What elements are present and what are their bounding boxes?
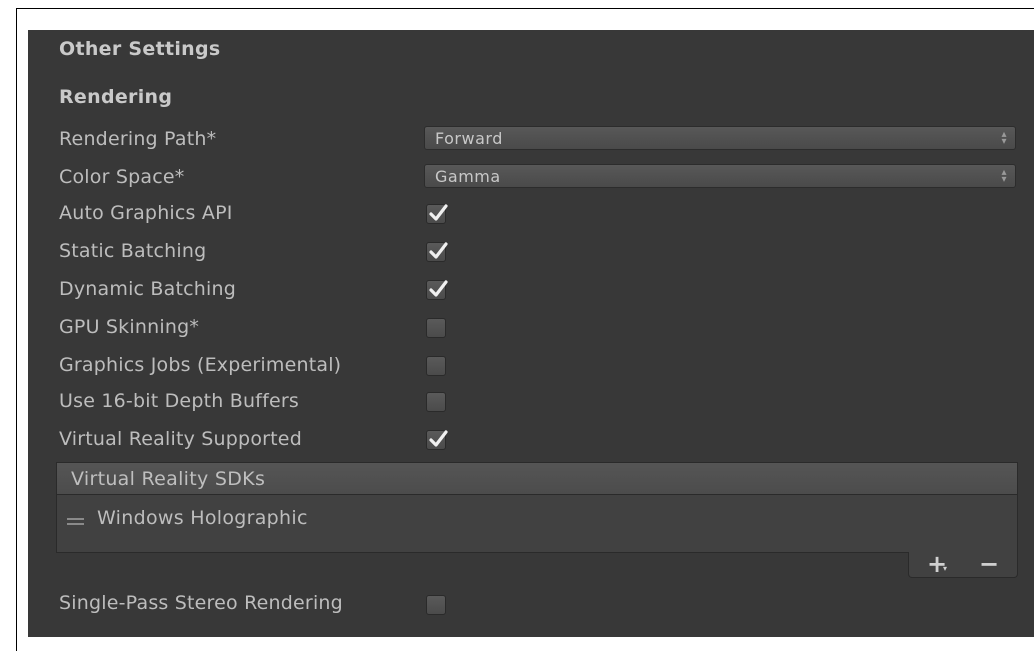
color-space-value: Gamma xyxy=(435,167,501,186)
rendering-path-label: Rendering Path* xyxy=(59,128,217,150)
check-icon xyxy=(429,204,448,221)
check-icon xyxy=(429,242,448,259)
option-label-gpu-skinning: GPU Skinning* xyxy=(59,316,200,338)
vr-sdk-list-footer: + ▾ − xyxy=(908,550,1018,578)
checkbox-graphics-jobs[interactable] xyxy=(426,356,446,376)
minus-icon[interactable]: − xyxy=(979,550,999,578)
option-label-vr-supported: Virtual Reality Supported xyxy=(59,428,302,450)
other-settings-title: Other Settings xyxy=(59,38,221,60)
check-icon xyxy=(429,280,448,297)
checkbox-dynamic-batching[interactable] xyxy=(426,280,448,300)
check-icon xyxy=(429,430,448,447)
player-settings-panel: Other Settings Rendering Rendering Path*… xyxy=(28,30,1034,637)
drag-handle-icon[interactable] xyxy=(67,518,84,525)
color-space-label: Color Space* xyxy=(59,166,185,188)
option-label-dynamic-batching: Dynamic Batching xyxy=(59,278,237,300)
updown-arrow-icon: ▴ ▾ xyxy=(1001,167,1007,185)
color-space-dropdown[interactable]: Gamma ▴ ▾ xyxy=(424,164,1016,188)
list-item[interactable]: Windows Holographic xyxy=(57,505,1017,535)
vr-sdk-name: Windows Holographic xyxy=(97,507,308,529)
option-label-graphics-jobs: Graphics Jobs (Experimental) xyxy=(59,354,342,376)
option-label-auto-graphics-api: Auto Graphics API xyxy=(59,202,233,224)
rendering-section-title: Rendering xyxy=(59,86,173,108)
single-pass-label: Single-Pass Stereo Rendering xyxy=(59,592,343,614)
vr-sdk-list-header: Virtual Reality SDKs xyxy=(57,463,1017,495)
vr-sdk-header-label: Virtual Reality SDKs xyxy=(71,468,266,490)
checkbox-gpu-skinning[interactable] xyxy=(426,318,446,338)
option-label-static-batching: Static Batching xyxy=(59,240,207,262)
rendering-path-dropdown[interactable]: Forward ▴ ▾ xyxy=(424,126,1016,150)
vr-sdk-list: Virtual Reality SDKs Windows Holographic xyxy=(56,462,1018,553)
option-label-16bit-depth: Use 16-bit Depth Buffers xyxy=(59,390,299,412)
plus-icon[interactable]: + ▾ xyxy=(927,550,947,578)
updown-arrow-icon: ▴ ▾ xyxy=(1001,129,1007,147)
rendering-path-value: Forward xyxy=(435,129,503,148)
checkbox-single-pass-stereo[interactable] xyxy=(426,595,446,615)
checkbox-vr-supported[interactable] xyxy=(426,430,448,450)
checkbox-16bit-depth[interactable] xyxy=(426,392,446,412)
checkbox-static-batching[interactable] xyxy=(426,242,448,262)
checkbox-auto-graphics-api[interactable] xyxy=(426,204,448,224)
